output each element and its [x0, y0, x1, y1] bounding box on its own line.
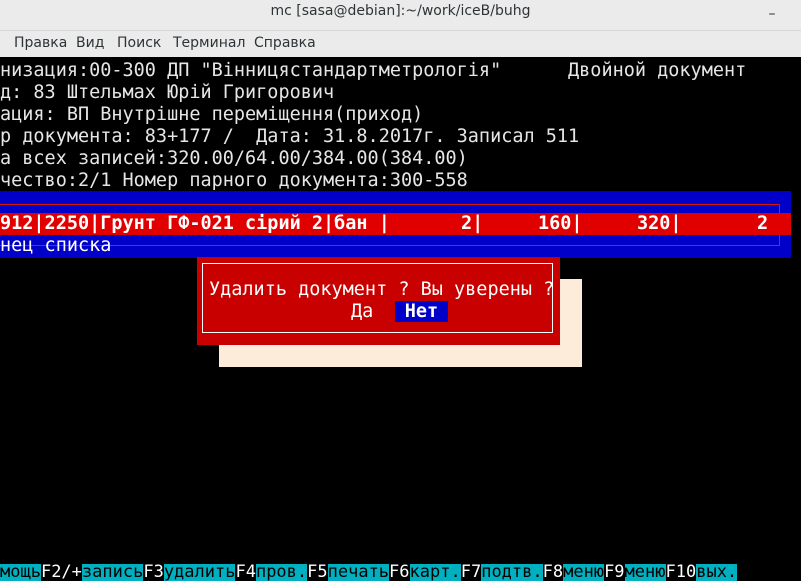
fkey-f3-num: F3 [143, 564, 164, 581]
fkey-f6-num: F6 [389, 564, 410, 581]
fkey-f2-label[interactable]: запись [81, 564, 144, 581]
header-counterparty: д: 83 Штельмах Юрій Григорович [0, 82, 335, 103]
fkey-f9-label[interactable]: меню [624, 564, 666, 581]
table-row[interactable]: 912|2250|Грунт ГФ-021 сірий 2|бан | 2| 1… [0, 213, 782, 235]
minimize-icon[interactable]: – [763, 5, 781, 23]
fkey-f7-num: F7 [460, 564, 482, 581]
menu-bar: Правка Вид Поиск Терминал Справка [0, 31, 801, 57]
menu-item-search[interactable]: Поиск [117, 35, 161, 51]
function-key-bar: мощьF2/+записьF3удалитьF4пров.F5печатьF6… [0, 564, 801, 581]
fkey-f5-num: F5 [307, 564, 328, 581]
fkey-f4-label[interactable]: пров. [255, 564, 308, 581]
yes-button[interactable]: Да [347, 301, 377, 323]
fkey-f9-num: F9 [604, 564, 625, 581]
fkey-f4-num: F4 [235, 564, 256, 581]
menu-item-help[interactable]: Справка [254, 35, 316, 51]
header-quantity: чество:2/1 Номер парного документа:300-5… [0, 170, 468, 191]
window-titlebar: mc [sasa@debian]:~/work/iceB/buhg – [0, 0, 801, 31]
cursor-cell [782, 213, 791, 235]
list-end-marker: нец списка [0, 235, 112, 256]
fkey-f3-label[interactable]: удалить [163, 564, 236, 581]
no-button[interactable]: Нет [395, 301, 448, 322]
header-organization: низация:00-300 ДП "Вінницястандартметрол… [0, 60, 747, 81]
window-title: mc [sasa@debian]:~/work/iceB/buhg [270, 3, 531, 19]
menu-item-view[interactable]: Вид [76, 35, 104, 51]
fkey-f5-label[interactable]: печать [327, 564, 390, 581]
menu-item-edit[interactable]: Правка [14, 35, 67, 51]
fkey-f2-num: F2/+ [40, 564, 82, 581]
fkey-f10-num: F10 [665, 564, 697, 581]
header-doc-number: р документа: 83+177 / Дата: 31.8.2017г. … [0, 126, 580, 147]
fkey-help-label[interactable]: мощь [0, 564, 41, 581]
header-totals: а всех записей:320.00/64.00/384.00(384.0… [0, 148, 468, 169]
row-qty: 2| [461, 213, 484, 234]
fkey-f8-label[interactable]: меню [563, 564, 605, 581]
confirm-dialog: Удалить документ ? Вы уверены ? Да Нет [197, 257, 560, 345]
fkey-f10-label[interactable]: вых. [696, 564, 738, 581]
row-price: 160| [538, 213, 583, 234]
fkey-f6-label[interactable]: карт. [409, 564, 461, 581]
row-last: 2 [757, 213, 769, 234]
row-sum: 320| [637, 213, 682, 234]
fkey-f7-label[interactable]: подтв. [481, 564, 543, 581]
menu-item-terminal[interactable]: Терминал [173, 35, 245, 51]
fkey-f8-num: F8 [542, 564, 564, 581]
row-text: 912|2250|Грунт ГФ-021 сірий 2|бан | [0, 213, 390, 234]
header-operation: ация: ВП Внутрішне переміщення(приход) [0, 104, 424, 125]
terminal-area[interactable]: низация:00-300 ДП "Вінницястандартметрол… [0, 57, 801, 581]
dialog-message: Удалить документ ? Вы уверены ? [209, 279, 555, 300]
